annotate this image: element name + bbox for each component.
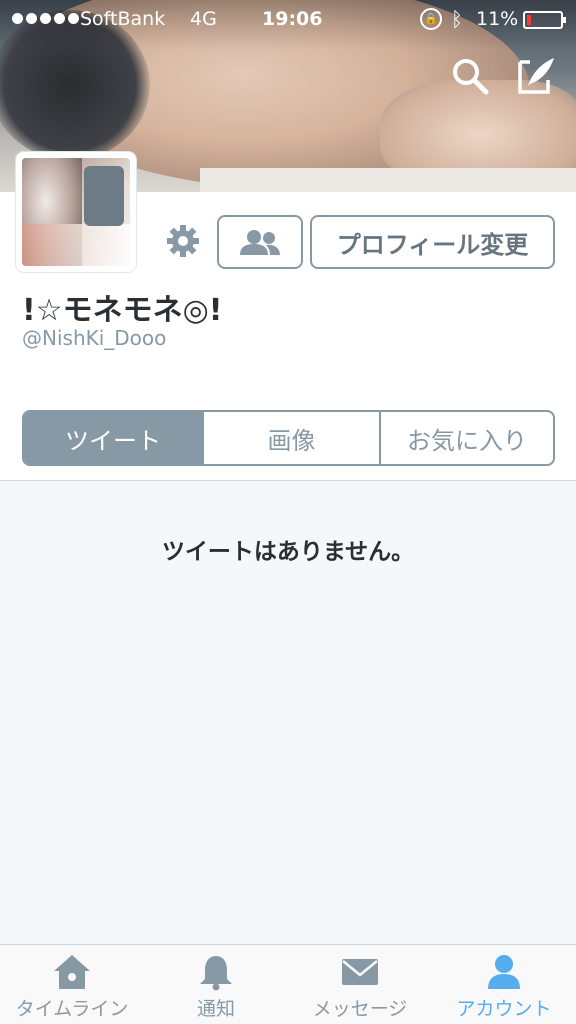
user-handle: @NishKi_Dooo <box>22 326 167 350</box>
rotation-lock-icon: 🔒 <box>420 8 442 30</box>
bottom-tab-bar: タイムライン 通知 メッセージ アカウント <box>0 944 576 1024</box>
nav-account-label: アカウント <box>456 998 552 1020</box>
clock: 19:06 <box>262 8 323 30</box>
carrier-name: SoftBank <box>80 8 166 30</box>
tab-images[interactable]: 画像 <box>202 412 379 464</box>
nav-timeline[interactable]: タイムライン <box>0 945 144 1024</box>
empty-state-message: ツイートはありません。 <box>161 539 415 565</box>
divider <box>0 480 576 481</box>
display-name: !☆モネモネ◎! <box>22 293 223 328</box>
nav-messages-label: メッセージ <box>312 998 408 1020</box>
edit-profile-button[interactable]: プロフィール変更 <box>310 215 555 269</box>
signal-strength-icon <box>12 13 79 24</box>
bell-icon <box>200 956 232 991</box>
search-icon[interactable] <box>450 56 490 96</box>
nav-notifications-label: 通知 <box>196 998 235 1020</box>
nav-messages[interactable]: メッセージ <box>288 945 432 1024</box>
gear-icon[interactable] <box>166 224 200 258</box>
bluetooth-icon: ᛒ <box>451 7 463 31</box>
network-type: 4G <box>190 8 217 30</box>
battery-icon <box>523 11 566 29</box>
nav-timeline-label: タイムライン <box>15 998 129 1020</box>
avatar[interactable] <box>16 152 136 272</box>
envelope-icon <box>342 959 378 985</box>
home-icon <box>54 955 90 989</box>
nav-notifications[interactable]: 通知 <box>144 945 288 1024</box>
avatar-image <box>22 158 130 266</box>
person-icon <box>488 955 520 989</box>
follow-people-button[interactable] <box>217 215 303 269</box>
tab-favorites[interactable]: お気に入り <box>379 412 553 464</box>
battery-percent: 11% <box>476 8 519 30</box>
compose-tweet-icon[interactable] <box>516 56 556 96</box>
tab-tweets[interactable]: ツイート <box>24 412 202 464</box>
status-bar: SoftBank 4G 19:06 🔒 ᛒ 11% <box>0 0 576 40</box>
people-icon <box>240 230 280 255</box>
nav-account[interactable]: アカウント <box>432 945 576 1024</box>
profile-tabs: ツイート 画像 お気に入り <box>22 410 555 466</box>
